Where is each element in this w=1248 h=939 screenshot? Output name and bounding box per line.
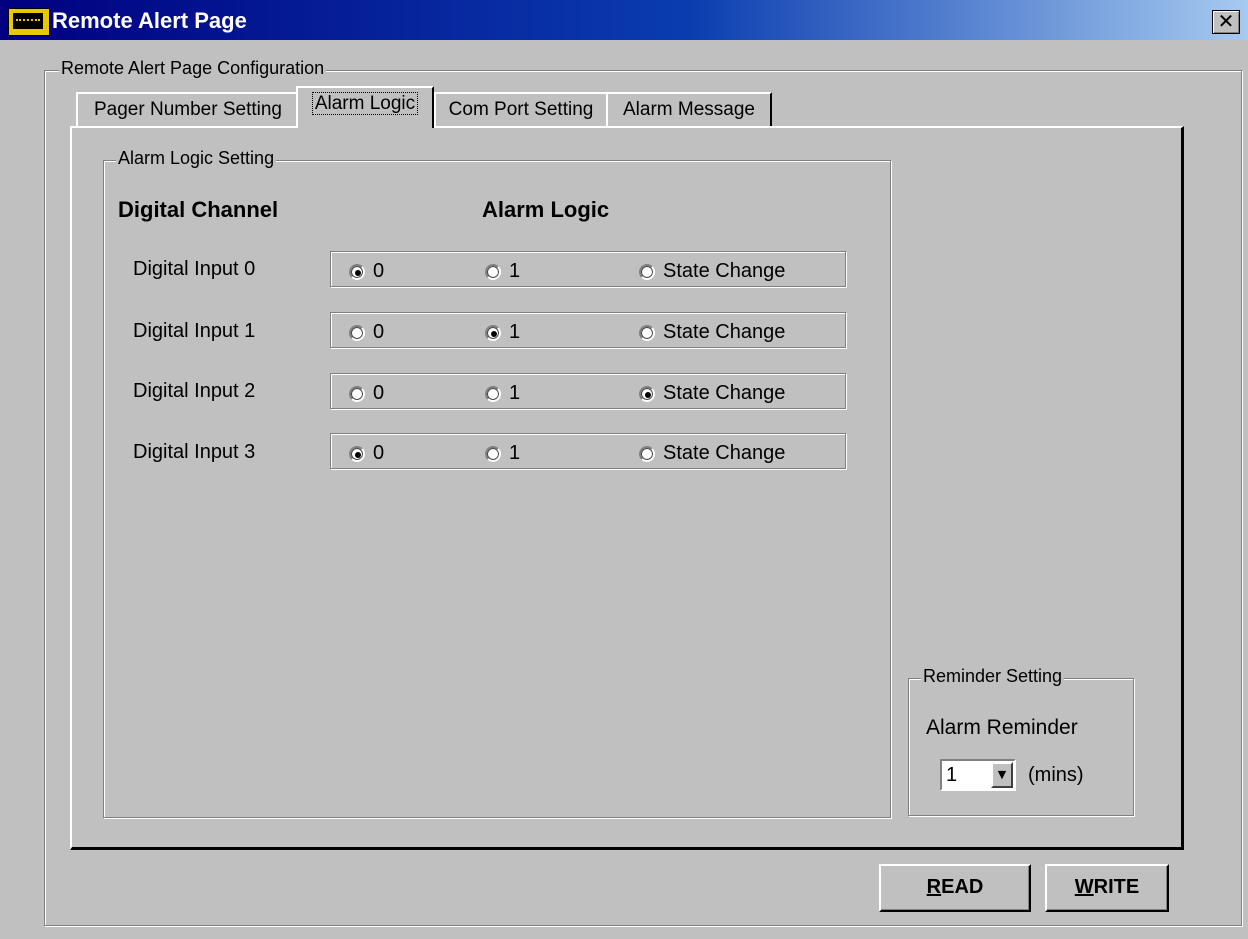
alarm-reminder-label: Alarm Reminder bbox=[926, 716, 1078, 739]
chevron-down-icon[interactable]: ▼ bbox=[991, 762, 1013, 788]
radio-option-state-change[interactable]: State Change bbox=[639, 321, 785, 344]
digital-input-label: Digital Input 2 bbox=[133, 380, 256, 402]
reminder-select[interactable]: 1 ▼ bbox=[940, 759, 1016, 791]
radio-option-0[interactable]: 0 bbox=[349, 382, 384, 405]
close-button[interactable]: ✕ bbox=[1212, 10, 1240, 34]
radio-label: 0 bbox=[373, 260, 385, 282]
radio-unselected-icon bbox=[349, 324, 365, 341]
radio-option-0[interactable]: 0 bbox=[349, 442, 384, 465]
window-title: Remote Alert Page bbox=[52, 8, 247, 33]
read-label: EAD bbox=[941, 876, 984, 898]
radio-unselected-icon bbox=[485, 385, 501, 402]
tab-label: Alarm Message bbox=[623, 99, 755, 120]
radio-option-state-change[interactable]: State Change bbox=[639, 260, 785, 283]
radio-option-1[interactable]: 1 bbox=[485, 382, 520, 405]
radio-unselected-icon bbox=[639, 324, 655, 341]
write-button[interactable]: WRITE bbox=[1045, 864, 1169, 912]
tab-alarm-logic[interactable]: Alarm Logic bbox=[296, 86, 434, 128]
digital-input-label: Digital Input 1 bbox=[133, 320, 256, 342]
alarm-logic-radio-group: 0 1 State Change bbox=[330, 433, 846, 469]
radio-option-0[interactable]: 0 bbox=[349, 260, 384, 283]
reminder-group: Reminder Setting bbox=[908, 666, 1134, 816]
radio-option-state-change[interactable]: State Change bbox=[639, 382, 785, 405]
write-accelerator: W bbox=[1074, 876, 1094, 898]
radio-option-1[interactable]: 1 bbox=[485, 442, 520, 465]
digital-input-label: Digital Input 0 bbox=[133, 258, 256, 280]
radio-selected-icon bbox=[639, 385, 655, 402]
title-bar: Remote Alert Page ✕ bbox=[0, 0, 1248, 40]
read-accelerator: R bbox=[926, 876, 942, 898]
tab-pager-number-setting[interactable]: Pager Number Setting bbox=[76, 92, 300, 126]
radio-selected-icon bbox=[349, 445, 365, 462]
alarm-logic-heading: Alarm Logic bbox=[482, 197, 610, 222]
alarm-logic-group-legend: Alarm Logic Setting bbox=[116, 148, 277, 169]
radio-option-state-change[interactable]: State Change bbox=[639, 442, 785, 465]
radio-label: 1 bbox=[509, 321, 521, 343]
radio-label: State Change bbox=[663, 442, 786, 464]
radio-unselected-icon bbox=[639, 263, 655, 280]
radio-option-1[interactable]: 1 bbox=[485, 260, 520, 283]
tab-label: Alarm Logic bbox=[311, 92, 419, 115]
reminder-group-legend: Reminder Setting bbox=[921, 666, 1065, 687]
tab-alarm-message[interactable]: Alarm Message bbox=[606, 92, 772, 126]
radio-label: 0 bbox=[373, 321, 385, 343]
config-group-legend: Remote Alert Page Configuration bbox=[59, 58, 327, 79]
tab-com-port-setting[interactable]: Com Port Setting bbox=[434, 92, 608, 126]
radio-option-0[interactable]: 0 bbox=[349, 321, 384, 344]
radio-label: State Change bbox=[663, 321, 786, 343]
digital-channel-heading: Digital Channel bbox=[118, 197, 279, 222]
pager-icon bbox=[8, 8, 50, 36]
tab-label: Com Port Setting bbox=[448, 99, 594, 120]
radio-unselected-icon bbox=[639, 445, 655, 462]
radio-label: State Change bbox=[663, 382, 786, 404]
radio-label: 1 bbox=[509, 382, 521, 404]
radio-label: 1 bbox=[509, 442, 521, 464]
alarm-logic-radio-group: 0 1 State Change bbox=[330, 251, 846, 287]
radio-option-1[interactable]: 1 bbox=[485, 321, 520, 344]
write-label: RITE bbox=[1093, 876, 1140, 898]
read-button[interactable]: READ bbox=[879, 864, 1031, 912]
tab-label: Pager Number Setting bbox=[94, 99, 282, 120]
radio-label: 1 bbox=[509, 260, 521, 282]
radio-unselected-icon bbox=[485, 263, 501, 280]
digital-input-label: Digital Input 3 bbox=[133, 441, 256, 463]
reminder-unit: (mins) bbox=[1028, 764, 1084, 786]
alarm-logic-radio-group: 0 1 State Change bbox=[330, 312, 846, 348]
reminder-value: 1 bbox=[946, 764, 958, 786]
radio-selected-icon bbox=[349, 263, 365, 280]
radio-label: 0 bbox=[373, 382, 385, 404]
radio-unselected-icon bbox=[485, 445, 501, 462]
alarm-logic-radio-group: 0 1 State Change bbox=[330, 373, 846, 409]
radio-label: 0 bbox=[373, 442, 385, 464]
radio-label: State Change bbox=[663, 260, 786, 282]
radio-unselected-icon bbox=[349, 385, 365, 402]
radio-selected-icon bbox=[485, 324, 501, 341]
